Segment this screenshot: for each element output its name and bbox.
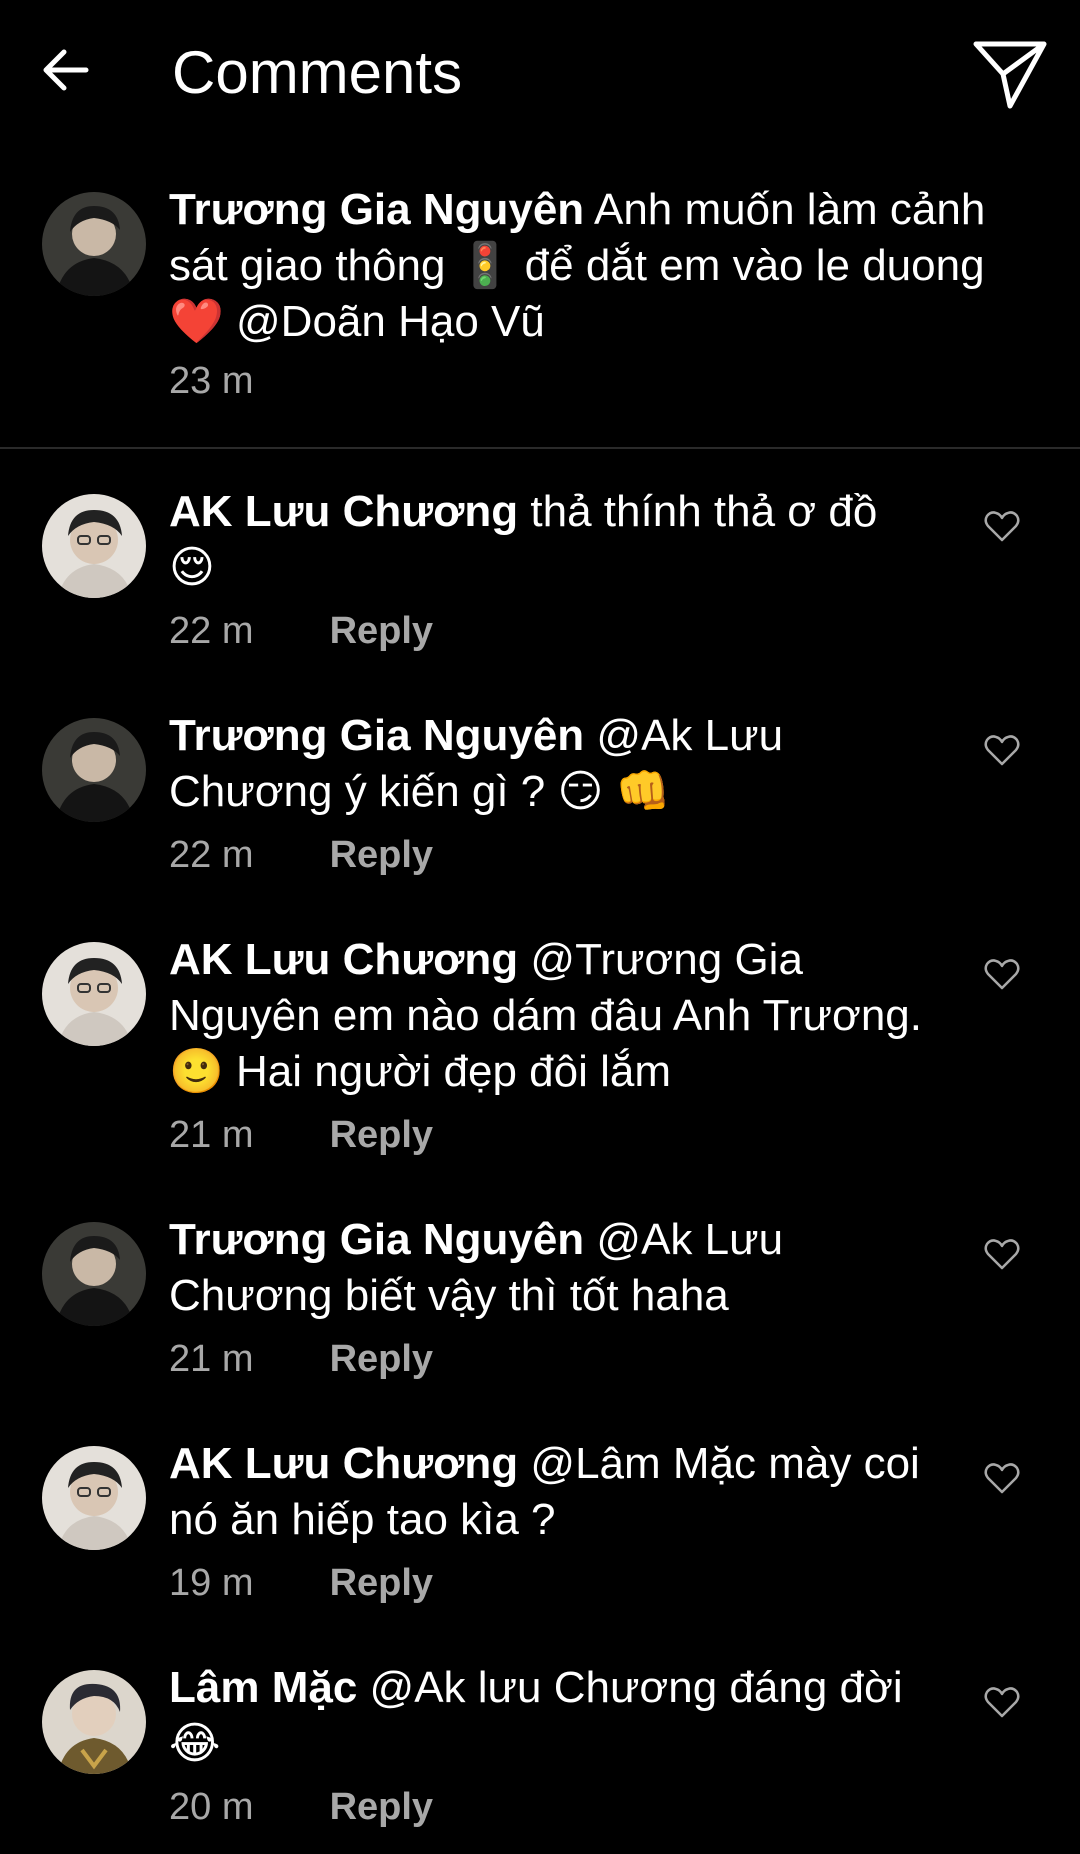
reply-button[interactable]: Reply <box>330 1784 433 1830</box>
comment-text: Lâm Mặc @Ak lưu Chương đáng đời 😂 <box>169 1660 929 1772</box>
comment-timestamp: 21 m <box>169 1338 254 1380</box>
like-button[interactable] <box>982 730 1022 770</box>
caption-text: Trương Gia Nguyên Anh muốn làm cảnh sát … <box>169 182 1049 350</box>
heart-icon <box>984 511 1020 542</box>
heart-icon <box>984 959 1020 990</box>
comment-username[interactable]: AK Lưu Chương <box>169 1439 518 1488</box>
comment-username[interactable]: Lâm Mặc <box>169 1663 357 1712</box>
paper-plane-icon <box>973 41 1047 109</box>
comment-username[interactable]: AK Lưu Chương <box>169 487 518 536</box>
arrow-left-icon <box>43 49 89 91</box>
caption-meta: 23 m <box>169 358 319 404</box>
page-title: Comments <box>172 39 463 106</box>
like-button[interactable] <box>982 1682 1022 1722</box>
back-button[interactable] <box>36 40 96 100</box>
comment-text: Trương Gia Nguyên @Ak Lưu Chương ý kiến … <box>169 708 929 820</box>
comment-timestamp: 19 m <box>169 1562 254 1604</box>
like-button[interactable] <box>982 1234 1022 1274</box>
avatar-image <box>42 1670 146 1774</box>
comment-meta: 19 m Reply <box>169 1560 433 1606</box>
like-button[interactable] <box>982 1458 1022 1498</box>
reply-button[interactable]: Reply <box>330 1112 433 1158</box>
comment-meta: 22 m Reply <box>169 832 433 878</box>
comment-meta: 21 m Reply <box>169 1112 433 1158</box>
heart-icon <box>984 1687 1020 1718</box>
avatar-image <box>42 494 146 598</box>
comment-username[interactable]: Trương Gia Nguyên <box>169 711 584 760</box>
like-button[interactable] <box>982 954 1022 994</box>
heart-icon <box>984 1463 1020 1494</box>
avatar-image <box>42 718 146 822</box>
reply-button[interactable]: Reply <box>330 1336 433 1382</box>
comment-timestamp: 21 m <box>169 1114 254 1156</box>
avatar[interactable] <box>42 1222 146 1326</box>
comment-username[interactable]: AK Lưu Chương <box>169 935 518 984</box>
comment-username[interactable]: Trương Gia Nguyên <box>169 1215 584 1264</box>
reply-button[interactable]: Reply <box>330 832 433 878</box>
comment-meta: 21 m Reply <box>169 1336 433 1382</box>
avatar[interactable] <box>42 494 146 598</box>
avatar[interactable] <box>42 192 146 296</box>
avatar-image <box>42 1446 146 1550</box>
divider <box>0 447 1080 449</box>
heart-icon <box>984 735 1020 766</box>
comment-meta: 22 m Reply <box>169 608 433 654</box>
heart-icon <box>984 1239 1020 1270</box>
comment-timestamp: 22 m <box>169 834 254 876</box>
caption-timestamp: 23 m <box>169 360 254 402</box>
avatar[interactable] <box>42 1670 146 1774</box>
comment-text: Trương Gia Nguyên @Ak Lưu Chương biết vậ… <box>169 1212 929 1324</box>
caption-username[interactable]: Trương Gia Nguyên <box>169 185 584 234</box>
avatar-image <box>42 942 146 1046</box>
reply-button[interactable]: Reply <box>330 608 433 654</box>
post-caption: Trương Gia Nguyên Anh muốn làm cảnh sát … <box>0 182 1080 447</box>
avatar[interactable] <box>42 1446 146 1550</box>
comment-meta: 20 m Reply <box>169 1784 433 1830</box>
avatar-image <box>42 192 146 296</box>
share-button[interactable] <box>970 36 1050 112</box>
reply-button[interactable]: Reply <box>330 1560 433 1606</box>
comment-text: AK Lưu Chương thả thính thả ơ đồ 😌 <box>169 484 929 596</box>
top-app-bar: Comments <box>0 0 1080 150</box>
comment-text: AK Lưu Chương @Trương Gia Nguyên em nào … <box>169 932 929 1100</box>
comment-text: AK Lưu Chương @Lâm Mặc mày coi nó ăn hiế… <box>169 1436 929 1548</box>
avatar[interactable] <box>42 718 146 822</box>
comment-timestamp: 20 m <box>169 1786 254 1828</box>
avatar-image <box>42 1222 146 1326</box>
like-button[interactable] <box>982 506 1022 546</box>
avatar[interactable] <box>42 942 146 1046</box>
comment-timestamp: 22 m <box>169 610 254 652</box>
